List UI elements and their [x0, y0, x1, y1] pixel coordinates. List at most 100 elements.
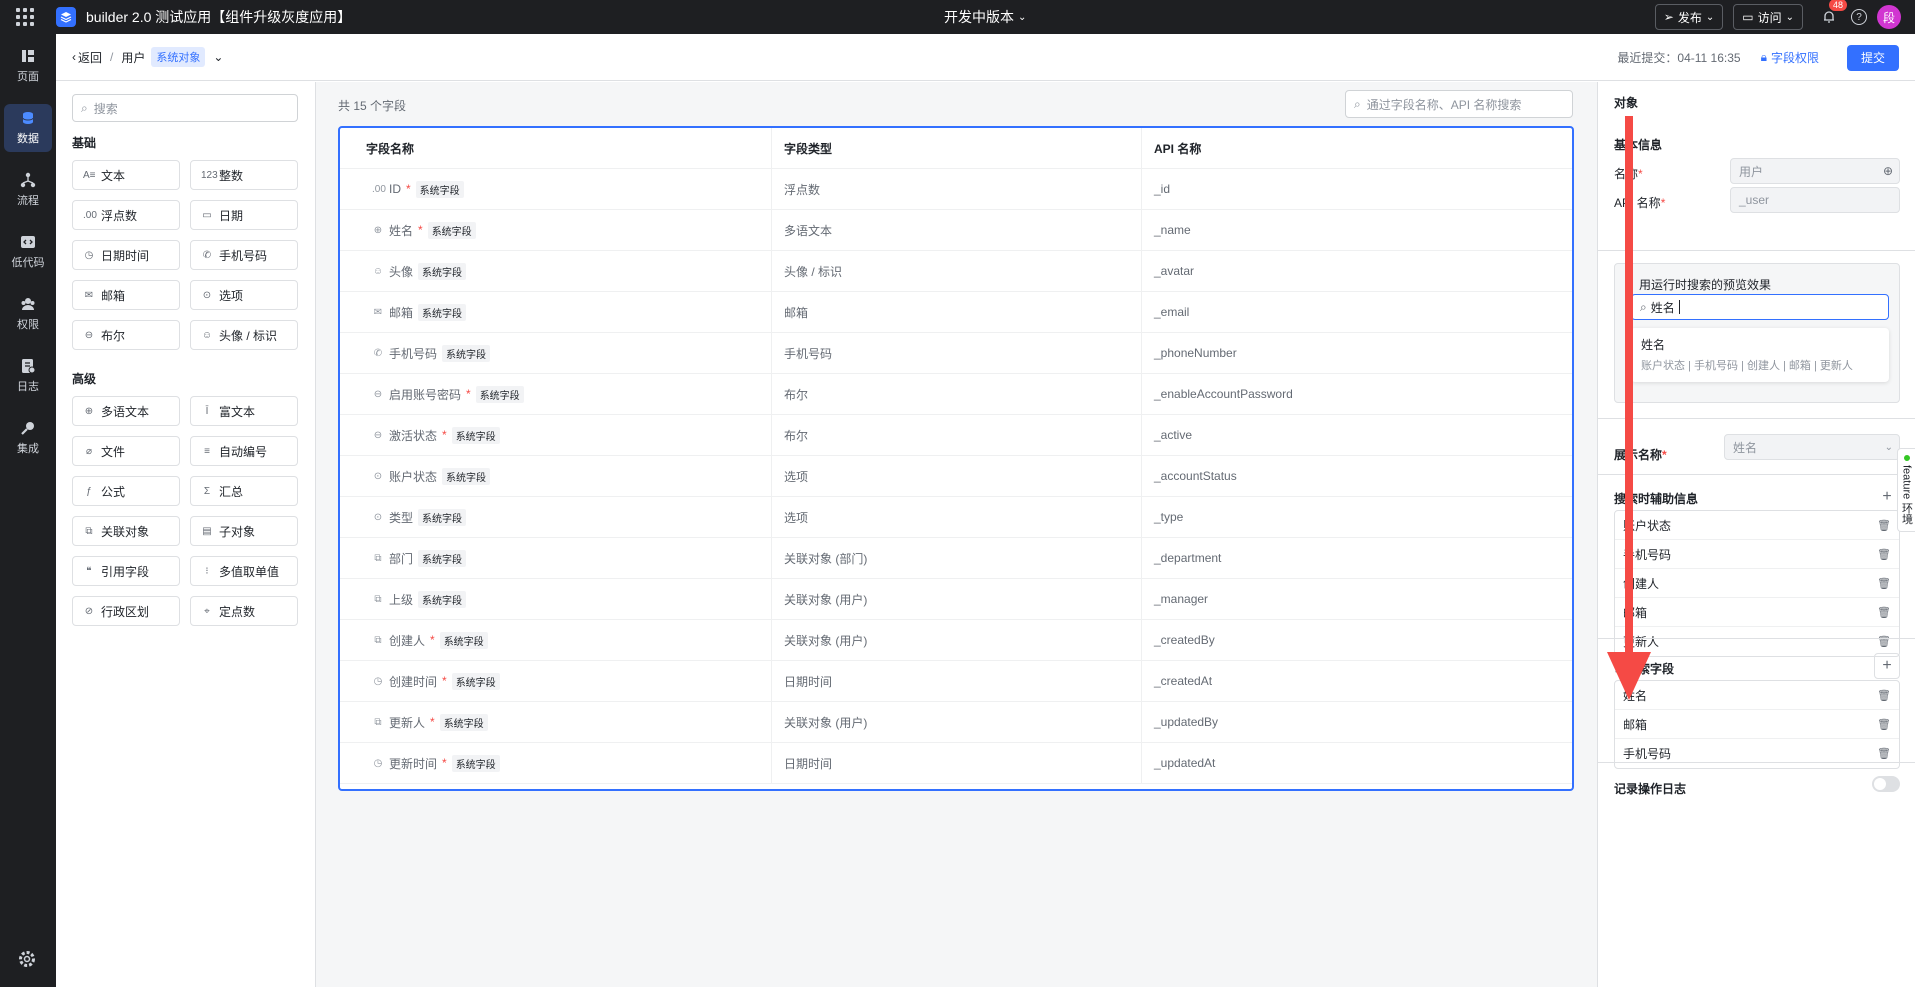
nav-label: 数据	[17, 133, 39, 145]
display-name-select[interactable]: 姓名 ⌄	[1724, 434, 1900, 460]
name-input[interactable]: 用户 ⊕	[1730, 158, 1900, 184]
cell-api-name: _createdBy	[1154, 633, 1215, 647]
component-advanced-11[interactable]: ⌖ 定点数	[190, 596, 298, 626]
visit-button[interactable]: ▭ 访问 ⌄	[1733, 4, 1803, 30]
trash-icon[interactable]: 🗑︎	[1877, 577, 1891, 590]
api-name-input[interactable]: _user	[1730, 187, 1900, 213]
system-field-tag: 系统字段	[451, 754, 500, 772]
trash-icon[interactable]: 🗑︎	[1877, 718, 1891, 731]
trash-icon[interactable]: 🗑︎	[1877, 519, 1891, 532]
component-advanced-8[interactable]: ❝ 引用字段	[72, 556, 180, 586]
component-basic-5[interactable]: ✆ 手机号码	[190, 240, 298, 270]
nav-item-flow[interactable]: 流程	[4, 166, 52, 214]
field-search-input[interactable]: ⌕ 通过字段名称、API 名称搜索	[1345, 90, 1573, 118]
recent-submit-time: 最近提交：04-11 16:35	[1617, 51, 1741, 65]
table-row[interactable]: ⊕ 姓名 * 系统字段 多语文本 _name	[340, 210, 1572, 251]
help-icon[interactable]: ?	[1851, 9, 1867, 25]
component-basic-6[interactable]: ✉ 邮箱	[72, 280, 180, 310]
back-link[interactable]: ‹ 返回	[72, 49, 102, 66]
table-row[interactable]: ⊙ 账户状态 系统字段 选项 _accountStatus	[340, 456, 1572, 497]
table-row[interactable]: ⊖ 激活状态 * 系统字段 布尔 _active	[340, 415, 1572, 456]
component-basic-8[interactable]: ⊖ 布尔	[72, 320, 180, 350]
nav-item-log[interactable]: 日志	[4, 352, 52, 400]
component-advanced-10[interactable]: ⊘ 行政区划	[72, 596, 180, 626]
field-name: 类型	[389, 510, 414, 525]
trash-icon[interactable]: 🗑︎	[1877, 689, 1891, 702]
notification-button[interactable]: 48	[1819, 0, 1848, 27]
search-preview-box: 用运行时搜索的预览效果 ⌕ 姓名 姓名 账户状态 | 手机号码 | 创建人 | …	[1614, 263, 1900, 403]
preview-search-input[interactable]: ⌕ 姓名	[1631, 294, 1889, 320]
nav-item-integration[interactable]: 集成	[4, 414, 52, 462]
searchable-list-item[interactable]: 手机号码 🗑︎	[1615, 739, 1899, 768]
trash-icon[interactable]: 🗑︎	[1877, 747, 1891, 760]
table-row[interactable]: ☺ 头像 系统字段 头像 / 标识 _avatar	[340, 251, 1572, 292]
table-row[interactable]: ⧉ 上级 系统字段 关联对象 (用户) _manager	[340, 579, 1572, 620]
trash-icon[interactable]: 🗑︎	[1877, 606, 1891, 619]
component-basic-7[interactable]: ⊙ 选项	[190, 280, 298, 310]
component-advanced-3[interactable]: ≡ 自动编号	[190, 436, 298, 466]
settings-button[interactable]	[18, 950, 36, 971]
component-basic-1[interactable]: 123 整数	[190, 160, 298, 190]
component-label: 手机号码	[219, 248, 268, 263]
trash-icon[interactable]: 🗑︎	[1877, 548, 1891, 561]
divider	[1598, 638, 1915, 639]
aux-list-item[interactable]: 更新人 🗑︎	[1615, 627, 1899, 656]
submit-button[interactable]: 提交	[1846, 44, 1899, 71]
cell-api-name: _updatedBy	[1154, 715, 1219, 729]
component-advanced-9[interactable]: ⁝ 多值取单值	[190, 556, 298, 586]
component-advanced-5[interactable]: Σ 汇总	[190, 476, 298, 506]
component-advanced-7[interactable]: ▤ 子对象	[190, 516, 298, 546]
avatar[interactable]: 段	[1877, 5, 1901, 29]
version-dropdown[interactable]: 开发中版本 ⌄	[944, 0, 1026, 34]
nav-item-data[interactable]: 数据	[4, 104, 52, 152]
component-advanced-2[interactable]: ⌀ 文件	[72, 436, 180, 466]
aux-list-item[interactable]: 邮箱 🗑︎	[1615, 598, 1899, 627]
component-type-icon: ⁝	[205, 565, 209, 577]
feature-env-label: feature 环境	[1900, 465, 1913, 525]
component-advanced-6[interactable]: ⧉ 关联对象	[72, 516, 180, 546]
component-basic-2[interactable]: .00 浮点数	[72, 200, 180, 230]
app-grid-button[interactable]	[0, 0, 50, 34]
feature-env-tab[interactable]: feature 环境	[1897, 448, 1915, 532]
searchable-list-item[interactable]: 姓名 🗑︎	[1615, 681, 1899, 710]
aux-list-item[interactable]: 账户状态 🗑︎	[1615, 511, 1899, 540]
table-row[interactable]: ✆ 手机号码 系统字段 手机号码 _phoneNumber	[340, 333, 1572, 374]
table-row[interactable]: ✉ 邮箱 系统字段 邮箱 _email	[340, 292, 1572, 333]
component-advanced-4[interactable]: ƒ 公式	[72, 476, 180, 506]
aux-list-item[interactable]: 手机号码 🗑︎	[1615, 540, 1899, 569]
table-row[interactable]: ⊖ 启用账号密码 * 系统字段 布尔 _enableAccountPassword	[340, 374, 1572, 415]
trash-icon[interactable]: 🗑︎	[1877, 635, 1891, 648]
chevron-down-icon[interactable]: ⌄	[213, 50, 223, 64]
component-type-icon: ⧉	[85, 525, 93, 537]
table-row[interactable]: ◷ 创建时间 * 系统字段 日期时间 _createdAt	[340, 661, 1572, 702]
field-permission-link[interactable]: 🔒︎ 字段权限	[1761, 49, 1819, 66]
publish-button[interactable]: ➢ 发布 ⌄	[1654, 4, 1724, 30]
nav-item-lowcode[interactable]: 低代码	[4, 228, 52, 276]
component-advanced-0[interactable]: ⊕ 多语文本	[72, 396, 180, 426]
aux-list-item[interactable]: 创建人 🗑︎	[1615, 569, 1899, 598]
preview-result-item[interactable]: 姓名 账户状态 | 手机号码 | 创建人 | 邮箱 | 更新人	[1631, 328, 1889, 382]
nav-item-permission[interactable]: 权限	[4, 290, 52, 338]
add-searchable-button[interactable]: +	[1874, 653, 1900, 679]
table-row[interactable]: ⧉ 创建人 * 系统字段 关联对象 (用户) _createdBy	[340, 620, 1572, 661]
nav-item-pages[interactable]: 页面	[4, 42, 52, 90]
field-type-icon: ⊙	[373, 511, 383, 523]
table-row[interactable]: ⊙ 类型 系统字段 选项 _type	[340, 497, 1572, 538]
component-basic-4[interactable]: ◷ 日期时间	[72, 240, 180, 270]
table-row[interactable]: .00 ID * 系统字段 浮点数 _id	[340, 169, 1572, 210]
palette-search-input[interactable]: ⌕ 搜索	[72, 94, 298, 122]
table-row[interactable]: ◷ 更新时间 * 系统字段 日期时间 _updatedAt	[340, 743, 1572, 784]
component-advanced-1[interactable]: Ī 富文本	[190, 396, 298, 426]
cell-field-type: 邮箱	[772, 292, 1142, 332]
component-basic-0[interactable]: A≡ 文本	[72, 160, 180, 190]
cell-field-type: 头像 / 标识	[772, 251, 1142, 291]
table-row[interactable]: ⧉ 部门 系统字段 关联对象 (部门) _department	[340, 538, 1572, 579]
operation-log-toggle[interactable]	[1872, 776, 1900, 792]
component-basic-9[interactable]: ☺ 头像 / 标识	[190, 320, 298, 350]
searchable-list-item[interactable]: 邮箱 🗑︎	[1615, 710, 1899, 739]
table-row[interactable]: ⧉ 更新人 * 系统字段 关联对象 (用户) _updatedBy	[340, 702, 1572, 743]
cell-field-name: ◷ 创建时间 * 系统字段	[340, 661, 772, 701]
field-name: 手机号码	[389, 346, 438, 361]
component-basic-3[interactable]: ▭ 日期	[190, 200, 298, 230]
system-field-tag: 系统字段	[442, 344, 491, 362]
